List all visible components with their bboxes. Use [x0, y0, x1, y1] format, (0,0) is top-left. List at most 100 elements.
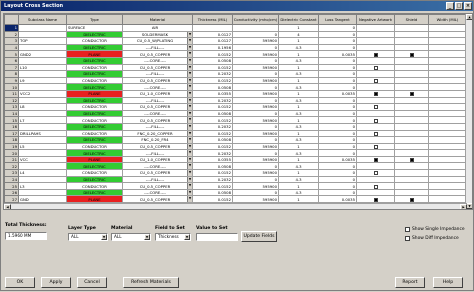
thickness-cell[interactable]: 0.2032 — [193, 97, 233, 104]
dielectric-constant-cell[interactable]: 1 — [279, 38, 319, 45]
material-cell[interactable]: ----CORE----▼ — [123, 189, 193, 196]
negative-artwork-cell[interactable] — [357, 163, 395, 170]
dielectric-constant-cell[interactable]: 1 — [279, 209, 319, 210]
checkbox-icon[interactable] — [405, 227, 410, 232]
subclass-name-cell[interactable] — [19, 84, 67, 91]
width-cell[interactable] — [429, 71, 467, 78]
table-row[interactable]: 21VCCPLANECU_1.0_COPPER▼0.035559590010.0… — [5, 156, 467, 163]
row-number[interactable]: 1 — [5, 25, 19, 32]
column-header[interactable]: Dielectric Constant — [279, 15, 319, 25]
type-cell[interactable]: DIELECTRIC — [67, 31, 123, 38]
subclass-name-cell[interactable]: L9 — [19, 77, 67, 84]
thickness-cell[interactable]: 0.0508 — [193, 137, 233, 144]
material-cell[interactable]: ----CORE----▼ — [123, 57, 193, 64]
material-cell[interactable]: ----FILL----▼ — [123, 150, 193, 157]
type-cell[interactable]: CONDUCTOR — [67, 117, 123, 124]
table-row[interactable]: 1SURFACEAIR10 — [5, 25, 467, 32]
scroll-up-icon[interactable]: ▲ — [466, 14, 473, 20]
thickness-cell[interactable]: 0.0152 — [193, 64, 233, 71]
chevron-down-icon[interactable]: ▼ — [187, 78, 192, 84]
row-number[interactable]: 25 — [5, 183, 19, 190]
table-row[interactable]: 12DIELECTRIC----FILL----▼0.203204.30 — [5, 97, 467, 104]
material-cell[interactable]: ----FILL----▼ — [123, 71, 193, 78]
shield-cell[interactable] — [395, 71, 429, 78]
row-number[interactable]: 14 — [5, 110, 19, 117]
width-cell[interactable] — [429, 84, 467, 91]
conductivity-cell[interactable]: 595900 — [233, 117, 279, 124]
type-cell[interactable]: DIELECTRIC — [67, 137, 123, 144]
shield-cell[interactable] — [395, 163, 429, 170]
subclass-name-cell[interactable] — [19, 137, 67, 144]
subclass-name-cell[interactable]: VCC2 — [19, 90, 67, 97]
thickness-cell[interactable]: 0.0152 — [193, 170, 233, 177]
thickness-cell[interactable]: 0.0508 — [193, 110, 233, 117]
negative-artwork-cell[interactable] — [357, 64, 395, 71]
chevron-down-icon[interactable]: ▼ — [187, 91, 192, 97]
conductivity-cell[interactable]: 0 — [233, 176, 279, 183]
table-row[interactable]: 8DIELECTRIC----FILL----▼0.203204.30 — [5, 71, 467, 78]
chevron-down-icon[interactable]: ▼ — [187, 144, 192, 150]
material-cell[interactable]: CU_0.5_COPPER▼ — [123, 51, 193, 58]
loss-tangent-cell[interactable]: 0 — [319, 183, 357, 190]
row-number[interactable]: 20 — [5, 150, 19, 157]
chevron-down-icon[interactable]: ▼ — [187, 170, 192, 176]
dielectric-constant-cell[interactable]: 4.3 — [279, 150, 319, 157]
loss-tangent-cell[interactable]: 0.0035 — [319, 156, 357, 163]
table-row[interactable]: 11VCC2PLANECU_1.0_COPPER▼0.035559590010.… — [5, 90, 467, 97]
dielectric-constant-cell[interactable]: 4.3 — [279, 110, 319, 117]
negative-artwork-cell[interactable] — [357, 77, 395, 84]
dielectric-constant-cell[interactable]: 1 — [279, 51, 319, 58]
negative-artwork-cell[interactable] — [357, 170, 395, 177]
shield-cell[interactable] — [395, 104, 429, 111]
type-cell[interactable]: CONDUCTOR — [67, 209, 123, 210]
width-cell[interactable] — [429, 137, 467, 144]
column-header[interactable]: Shield — [395, 15, 429, 25]
conductivity-cell[interactable]: 595900 — [233, 104, 279, 111]
conductivity-cell[interactable]: 595900 — [233, 170, 279, 177]
conductivity-cell[interactable]: 595900 — [233, 196, 279, 203]
thickness-cell[interactable] — [193, 25, 233, 32]
thickness-cell[interactable]: 0.0508 — [193, 163, 233, 170]
negative-artwork-cell[interactable] — [357, 143, 395, 150]
shield-cell[interactable] — [395, 90, 429, 97]
material-cell[interactable]: CU_0.5_COPPER▼ — [123, 183, 193, 190]
checkbox-icon[interactable] — [374, 171, 378, 175]
material-cell[interactable]: CU_1.0_COPPER▼ — [123, 156, 193, 163]
table-row[interactable]: 24DIELECTRIC----FILL----▼0.203204.30 — [5, 176, 467, 183]
width-cell[interactable] — [429, 77, 467, 84]
shield-cell[interactable] — [395, 196, 429, 203]
table-row[interactable]: 4DIELECTRIC----FILL----▼0.195604.30 — [5, 44, 467, 51]
loss-tangent-cell[interactable]: 0 — [319, 130, 357, 137]
column-header[interactable]: Loss Tangent — [319, 15, 357, 25]
row-number[interactable]: 19 — [5, 143, 19, 150]
dielectric-constant-cell[interactable]: 1 — [279, 196, 319, 203]
conductivity-cell[interactable]: 0 — [233, 71, 279, 78]
loss-tangent-cell[interactable]: 0 — [319, 84, 357, 91]
conductivity-cell[interactable]: 595900 — [233, 38, 279, 45]
column-header[interactable]: Width (MIL) — [429, 15, 467, 25]
field-to-set-select[interactable]: Thickness ▼ — [155, 233, 191, 241]
row-number[interactable]: 11 — [5, 90, 19, 97]
width-cell[interactable] — [429, 123, 467, 130]
loss-tangent-cell[interactable]: 0 — [319, 150, 357, 157]
material-cell[interactable]: AIR — [123, 25, 193, 32]
chevron-down-icon[interactable]: ▼ — [187, 32, 192, 38]
material-cell[interactable]: CU_0.5_COPPER▼ — [123, 143, 193, 150]
material-cell[interactable]: CU_0.5_COPPER▼ — [123, 77, 193, 84]
negative-artwork-cell[interactable] — [357, 156, 395, 163]
dielectric-constant-cell[interactable]: 4.3 — [279, 84, 319, 91]
conductivity-cell[interactable]: 595900 — [233, 90, 279, 97]
row-number[interactable]: 13 — [5, 104, 19, 111]
type-cell[interactable]: PLANE — [67, 90, 123, 97]
thickness-cell[interactable]: 0.0355 — [193, 90, 233, 97]
table-row[interactable]: 15L7CONDUCTORCU_0.5_COPPER▼0.01525959001… — [5, 117, 467, 124]
material-cell[interactable]: SOLDERMASK▼ — [123, 31, 193, 38]
row-number[interactable]: 24 — [5, 176, 19, 183]
dielectric-constant-cell[interactable]: 4.3 — [279, 57, 319, 64]
chevron-down-icon[interactable]: ▼ — [187, 124, 192, 130]
chevron-down-icon[interactable]: ▼ — [187, 190, 192, 196]
shield-cell[interactable] — [395, 156, 429, 163]
loss-tangent-cell[interactable]: 0 — [319, 117, 357, 124]
conductivity-cell[interactable]: 595900 — [233, 209, 279, 210]
conductivity-cell[interactable]: 595900 — [233, 64, 279, 71]
